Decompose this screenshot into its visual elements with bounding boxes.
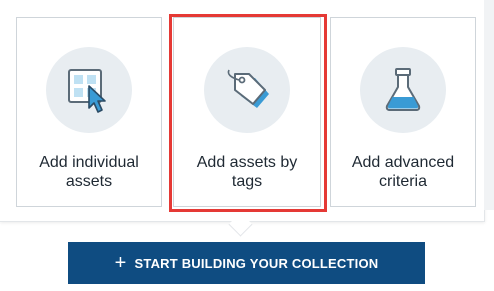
flask-icon: [360, 47, 446, 133]
add-individual-assets-card[interactable]: Add individual assets: [16, 17, 162, 207]
start-building-collection-label: START BUILDING YOUR COLLECTION: [134, 255, 379, 271]
add-advanced-criteria-label: Add advanced criteria: [351, 154, 455, 190]
background-strip: [484, 0, 494, 210]
individual-assets-icon: [46, 47, 132, 133]
start-building-collection-button[interactable]: + START BUILDING YOUR COLLECTION: [68, 242, 425, 284]
tags-icon: [204, 47, 290, 133]
add-assets-by-tags-label: Add assets by tags: [196, 154, 298, 190]
add-individual-assets-label: Add individual assets: [39, 154, 139, 190]
plus-icon: +: [114, 252, 127, 274]
add-assets-by-tags-card[interactable]: Add assets by tags: [173, 17, 321, 207]
add-advanced-criteria-card[interactable]: Add advanced criteria: [330, 17, 476, 207]
